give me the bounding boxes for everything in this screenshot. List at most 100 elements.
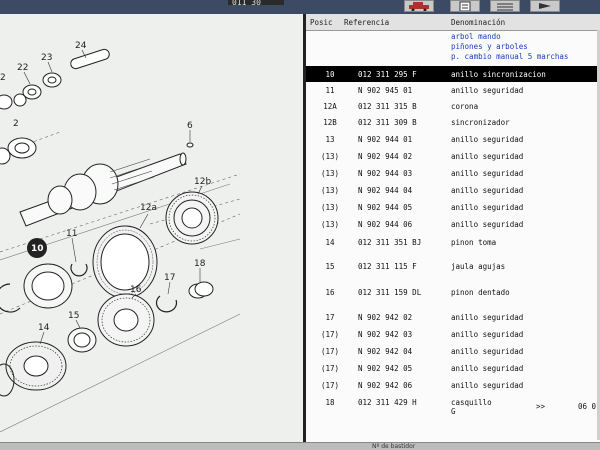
cell-denominacion: pinon toma (451, 238, 497, 247)
callout-label[interactable]: 14 (38, 323, 50, 333)
cell-referencia: N 902 944 05 (358, 203, 413, 212)
cell-referencia: N 902 944 02 (358, 152, 413, 161)
callout-label[interactable]: 17 (164, 273, 175, 283)
cell-referencia: N 902 944 06 (358, 220, 413, 229)
description-line: arbol mando (451, 32, 501, 41)
status-bar: Nº de bastidor (0, 442, 600, 450)
cell-denominacion: anillo seguridad (451, 203, 524, 212)
cell-posic: 18 (325, 398, 335, 407)
cell-denominacion: casquillo (451, 398, 492, 407)
callout-label[interactable]: 23 (41, 53, 52, 63)
cell-denominacion: anillo seguridad (451, 313, 524, 322)
parts-table: Posic Referencia Denominación arbol mand… (303, 14, 600, 442)
cell-denominacion: sincronizador (451, 118, 510, 127)
table-row[interactable]: (13) N 902 944 02 anillo seguridad (306, 148, 600, 164)
cell-referencia: 012 311 295 F (358, 70, 417, 79)
callout-label[interactable]: 12b (194, 177, 211, 187)
table-row[interactable]: 16 012 311 159 DL pinon dentado (306, 284, 600, 300)
document-icon (459, 1, 471, 11)
cell-posic: 13 (325, 135, 335, 144)
table-row[interactable]: (17) N 902 942 05 anillo seguridad (306, 360, 600, 376)
table-row[interactable]: 15 012 311 115 F jaula agujas (306, 258, 600, 274)
cell-denominacion: pinon dentado (451, 288, 510, 297)
group-description: arbol mando piñones y arboles p. cambio … (451, 32, 568, 62)
parts-diagram[interactable]: 24 23 22 2 2 6 12b 12a 10 11 17 18 16 15… (0, 14, 303, 442)
cell-referencia: N 902 942 04 (358, 347, 413, 356)
table-row[interactable]: 11 N 902 945 01 anillo seguridad (306, 82, 600, 98)
cell-posic: 15 (325, 262, 335, 271)
top-toolbar: 011 30 (0, 0, 600, 14)
cell-denominacion: anillo seguridad (451, 220, 524, 229)
cell-denominacion: jaula agujas (451, 262, 506, 271)
cell-referencia: N 902 944 03 (358, 169, 413, 178)
table-row[interactable]: 14 012 311 351 BJ pinon toma (306, 234, 600, 250)
callout-label[interactable]: 2 (13, 119, 19, 129)
cell-posic: (13) (320, 169, 340, 178)
group-number-field[interactable]: 011 30 (228, 0, 284, 5)
table-row[interactable]: 17 N 902 942 02 anillo seguridad (306, 309, 600, 325)
cell-referencia: N 902 942 03 (358, 330, 413, 339)
callout-label[interactable]: 2 (0, 73, 6, 83)
table-row[interactable]: 12A 012 311 315 B corona (306, 98, 600, 114)
cell-posic: 10 (325, 70, 335, 79)
cell-posic: (13) (320, 186, 340, 195)
arrow-icon (539, 3, 551, 9)
document-button[interactable] (450, 0, 480, 12)
description-line: piñones y arboles (451, 42, 528, 51)
cell-denominacion: anillo seguridad (451, 86, 524, 95)
table-row[interactable]: (17) N 902 942 03 anillo seguridad (306, 326, 600, 342)
car-button[interactable] (404, 0, 434, 12)
screen: 011 30 24 23 22 2 2 6 12b 12a 10 11 17 1… (0, 0, 600, 450)
more-link[interactable]: >> (536, 402, 545, 411)
cell-posic: (17) (320, 364, 340, 373)
cell-referencia: N 902 944 04 (358, 186, 413, 195)
table-row[interactable]: (13) N 902 944 05 anillo seguridad (306, 199, 600, 215)
cell-referencia: N 902 942 06 (358, 381, 413, 390)
cell-denominacion: anillo seguridad (451, 152, 524, 161)
header-referencia: Referencia (344, 18, 390, 27)
cell-denominacion: corona (451, 102, 479, 111)
callout-label[interactable]: 10 (31, 244, 44, 254)
table-row[interactable]: 10 012 311 295 F anillo sincronizacion (306, 66, 600, 82)
cell-referencia: 012 311 159 DL (358, 288, 422, 297)
cell-referencia: 012 311 351 BJ (358, 238, 422, 247)
callout-label[interactable]: 22 (17, 63, 28, 73)
table-row[interactable]: 12B 012 311 309 B sincronizador (306, 114, 600, 130)
cell-posic: 12B (323, 118, 337, 127)
exploded-view-drawing: 24 23 22 2 2 6 12b 12a 10 11 17 18 16 15… (0, 41, 241, 433)
table-row[interactable]: 13 N 902 944 01 anillo seguridad (306, 131, 600, 147)
callout-label[interactable]: 11 (66, 229, 77, 239)
header-denominacion: Denominación (451, 18, 506, 27)
callout-label[interactable]: 15 (68, 311, 79, 321)
next-button[interactable] (530, 0, 560, 12)
cell-referencia: 012 311 429 H (358, 398, 417, 407)
table-row[interactable]: (13) N 902 944 03 anillo seguridad (306, 165, 600, 181)
cell-posic: 12A (323, 102, 337, 111)
cell-posic: (13) (320, 203, 340, 212)
callout-label[interactable]: 6 (187, 121, 193, 131)
callout-label[interactable]: 24 (75, 41, 87, 51)
cell-denominacion: anillo seguridad (451, 381, 524, 390)
table-header: Posic Referencia Denominación (306, 14, 600, 31)
cell-posic: 14 (325, 238, 335, 247)
cell-referencia: N 902 944 01 (358, 135, 413, 144)
cell-posic: (17) (320, 381, 340, 390)
callout-label[interactable]: 12a (140, 203, 157, 213)
callout-label[interactable]: 16 (130, 285, 142, 295)
table-row[interactable]: (17) N 902 942 06 anillo seguridad (306, 377, 600, 393)
table-row[interactable]: (13) N 902 944 04 anillo seguridad (306, 182, 600, 198)
cell-denominacion: anillo seguridad (451, 169, 524, 178)
cell-denominacion: anillo seguridad (451, 347, 524, 356)
callout-label[interactable]: 18 (194, 259, 206, 269)
frame-number-label: Nº de bastidor (372, 443, 416, 450)
cell-denominacion: anillo seguridad (451, 364, 524, 373)
table-row[interactable]: (17) N 902 942 04 anillo seguridad (306, 343, 600, 359)
cell-referencia: N 902 942 05 (358, 364, 413, 373)
table-row[interactable]: (13) N 902 944 06 anillo seguridad (306, 216, 600, 232)
cell-posic: (13) (320, 152, 340, 161)
row-sub-code: G (451, 407, 456, 416)
cell-referencia: 012 311 309 B (358, 118, 417, 127)
cell-denominacion: anillo seguridad (451, 135, 524, 144)
list-button[interactable] (490, 0, 520, 12)
description-line: p. cambio manual 5 marchas (451, 52, 569, 61)
